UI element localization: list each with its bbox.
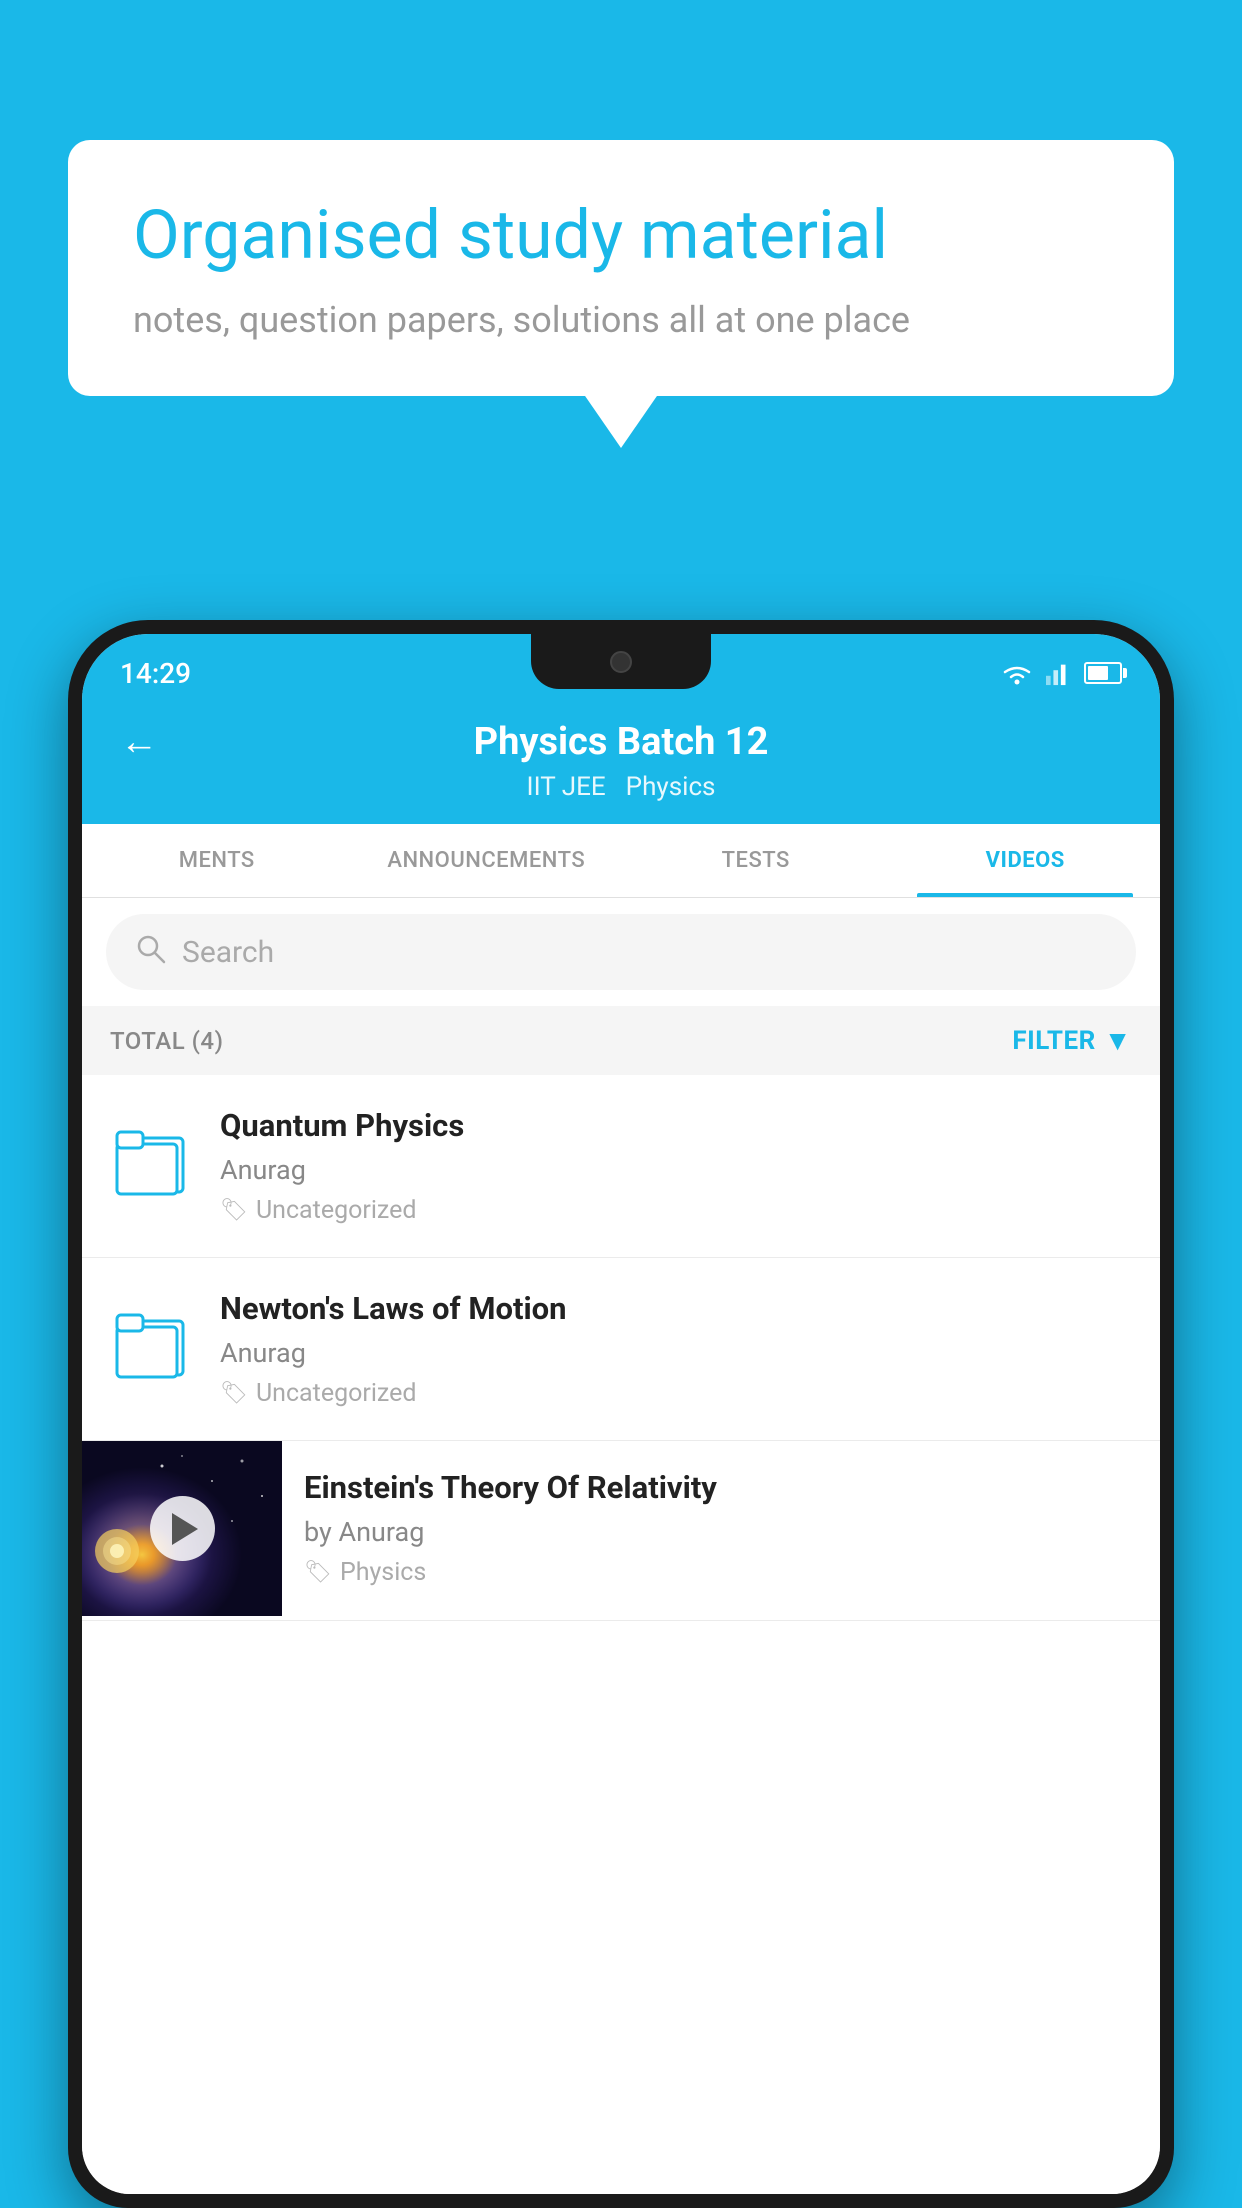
wifi-icon: [1000, 660, 1034, 686]
thumbnail-container-einstein: [82, 1441, 282, 1616]
filter-funnel-icon: ▼: [1104, 1024, 1132, 1057]
filter-button[interactable]: FILTER ▼: [1012, 1024, 1132, 1057]
phone-container: 14:29: [68, 620, 1174, 2208]
thumbnail-bg: [82, 1441, 282, 1616]
video-folder-icon-newton: [106, 1290, 196, 1390]
tabs-bar: MENTS ANNOUNCEMENTS TESTS VIDEOS: [82, 824, 1160, 898]
video-author: by Anurag: [304, 1516, 1136, 1548]
folder-icon-svg: [115, 1299, 187, 1381]
content-list: Quantum Physics Anurag 🏷 Uncategorized: [82, 1075, 1160, 2194]
tab-videos[interactable]: VIDEOS: [891, 824, 1161, 897]
battery-fill: [1088, 666, 1108, 680]
list-item[interactable]: Quantum Physics Anurag 🏷 Uncategorized: [82, 1075, 1160, 1258]
header-title: Physics Batch 12: [474, 720, 769, 764]
video-title: Quantum Physics: [220, 1107, 1136, 1144]
bubble-subtitle: notes, question papers, solutions all at…: [133, 299, 1109, 341]
folder-icon-svg: [115, 1116, 187, 1198]
video-info-einstein: Einstein's Theory Of Relativity by Anura…: [282, 1441, 1136, 1615]
phone-notch: [531, 634, 711, 689]
status-time: 14:29: [120, 657, 191, 690]
search-container: Search: [82, 898, 1160, 1006]
video-author: Anurag: [220, 1154, 1136, 1186]
tag-icon: 🏷: [304, 1560, 332, 1585]
header-subtitle: IIT JEE Physics: [527, 772, 716, 802]
video-title: Newton's Laws of Motion: [220, 1290, 1136, 1327]
tab-tests[interactable]: TESTS: [621, 824, 891, 897]
play-triangle-icon: [172, 1513, 198, 1545]
video-title: Einstein's Theory Of Relativity: [304, 1469, 1136, 1506]
app-header: ← Physics Batch 12 IIT JEE Physics: [82, 702, 1160, 824]
tag-label: Physics: [340, 1558, 426, 1587]
total-label: TOTAL (4): [110, 1027, 223, 1055]
search-bar[interactable]: Search: [106, 914, 1136, 990]
play-button[interactable]: [150, 1496, 215, 1561]
video-tag: 🏷 Uncategorized: [220, 1379, 1136, 1408]
filter-label: FILTER: [1012, 1026, 1095, 1056]
search-icon: [134, 932, 166, 972]
video-info-quantum: Quantum Physics Anurag 🏷 Uncategorized: [220, 1107, 1136, 1225]
tab-ments[interactable]: MENTS: [82, 824, 352, 897]
speech-bubble: Organised study material notes, question…: [68, 140, 1174, 396]
header-top: ← Physics Batch 12: [120, 720, 1122, 764]
search-placeholder: Search: [182, 935, 274, 970]
video-folder-icon-quantum: [106, 1107, 196, 1207]
video-tag: 🏷 Uncategorized: [220, 1196, 1136, 1225]
tab-announcements[interactable]: ANNOUNCEMENTS: [352, 824, 622, 897]
tag-icon: 🏷: [220, 1381, 248, 1406]
phone-outer: 14:29: [68, 620, 1174, 2208]
header-tag-physics: Physics: [626, 772, 716, 802]
video-tag: 🏷 Physics: [304, 1558, 1136, 1587]
bubble-title: Organised study material: [133, 195, 1109, 277]
header-tag-iitjee: IIT JEE: [527, 772, 606, 802]
phone-screen: 14:29: [82, 634, 1160, 2194]
video-info-newton: Newton's Laws of Motion Anurag 🏷 Uncateg…: [220, 1290, 1136, 1408]
list-item[interactable]: Einstein's Theory Of Relativity by Anura…: [82, 1441, 1160, 1621]
tag-icon: 🏷: [220, 1198, 248, 1223]
tag-label: Uncategorized: [256, 1196, 417, 1225]
tag-label: Uncategorized: [256, 1379, 417, 1408]
list-item[interactable]: Newton's Laws of Motion Anurag 🏷 Uncateg…: [82, 1258, 1160, 1441]
speech-bubble-container: Organised study material notes, question…: [68, 140, 1174, 396]
battery-icon: [1084, 662, 1122, 684]
filter-row: TOTAL (4) FILTER ▼: [82, 1006, 1160, 1075]
status-icons: [1000, 660, 1122, 686]
video-author: Anurag: [220, 1337, 1136, 1369]
signal-icon: [1046, 660, 1072, 686]
back-button[interactable]: ←: [120, 720, 158, 764]
phone-camera: [610, 651, 632, 673]
